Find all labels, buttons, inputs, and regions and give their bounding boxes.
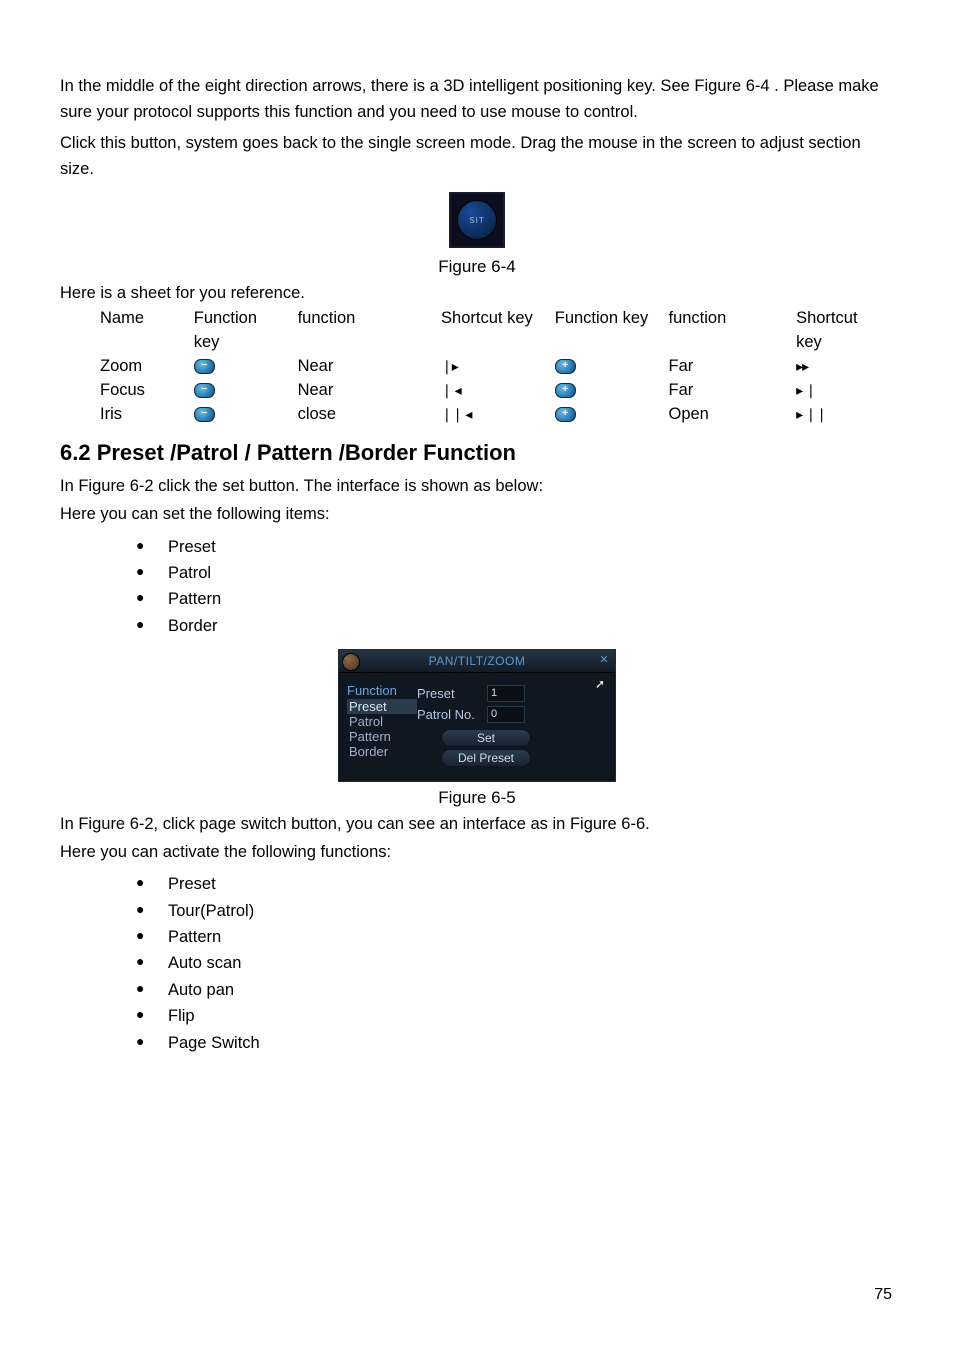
th-function-2: function: [668, 307, 796, 355]
sec2-list: Preset Tour(Patrol) Pattern Auto scan Au…: [60, 871, 894, 1056]
paragraph-intro-1: In the middle of the eight direction arr…: [60, 74, 894, 125]
sec2-p1: In Figure 6-2, click page switch button,…: [60, 812, 894, 838]
page-number: 75: [874, 1286, 892, 1304]
shortcut-icon: ❘▸: [441, 358, 458, 374]
cell-fn: Near: [298, 379, 441, 403]
ptz-dialog: PAN/TILT/ZOOM ✕ ➚ Function Preset Patrol…: [338, 649, 616, 782]
ptz-side-item-border[interactable]: Border: [347, 744, 417, 759]
ptz-side-header: Function: [347, 683, 417, 698]
table-header-row: Name Function key function Shortcut key …: [100, 307, 894, 355]
table-row: Focus − Near ❘ ◂ + Far ▸ ❘: [100, 379, 894, 403]
cell-fn: Near: [298, 355, 441, 379]
ptz-title-text: PAN/TILT/ZOOM: [339, 650, 615, 672]
table-row: Zoom − Near ❘▸ + Far ▸▸: [100, 355, 894, 379]
cell-name: Iris: [100, 403, 194, 427]
reference-table: Name Function key function Shortcut key …: [100, 307, 894, 427]
th-function-key-1: Function key: [194, 307, 298, 355]
sec1-p1: In Figure 6-2 click the set button. The …: [60, 474, 894, 500]
figure-6-5-label: Figure 6-5: [60, 788, 894, 808]
list-item: Auto scan: [136, 950, 894, 976]
list-item: Auto pan: [136, 977, 894, 1003]
close-icon[interactable]: ✕: [597, 653, 611, 667]
sec1-list: Preset Patrol Pattern Border: [60, 534, 894, 640]
list-item: Preset: [136, 871, 894, 897]
sec2-p2: Here you can activate the following func…: [60, 840, 894, 866]
del-preset-button[interactable]: Del Preset: [441, 749, 531, 767]
shortcut-icon: ❘❘ ◂: [441, 406, 471, 422]
ptz-titlebar: PAN/TILT/ZOOM ✕: [339, 650, 615, 673]
th-name: Name: [100, 307, 194, 355]
sec1-p2: Here you can set the following items:: [60, 502, 894, 528]
cell-fn: close: [298, 403, 441, 427]
minus-icon: −: [194, 407, 215, 422]
th-function-1: function: [298, 307, 441, 355]
reference-intro: Here is a sheet for you reference.: [60, 281, 894, 307]
th-function-key-2: Function key: [555, 307, 669, 355]
ptz-function-list: Function Preset Patrol Pattern Border: [347, 683, 417, 767]
paragraph-intro-2: Click this button, system goes back to t…: [60, 131, 894, 182]
shortcut-icon: ▸ ❘: [796, 382, 816, 398]
list-item: Tour(Patrol): [136, 898, 894, 924]
list-item: Preset: [136, 534, 894, 560]
minus-icon: −: [194, 359, 215, 374]
plus-icon: +: [555, 359, 576, 374]
shortcut-icon: ▸▸: [796, 358, 808, 374]
ptz-side-item-patrol[interactable]: Patrol: [347, 714, 417, 729]
patrol-no-input[interactable]: 0: [487, 706, 525, 723]
list-item: Patrol: [136, 560, 894, 586]
sit-icon: SIT: [457, 200, 497, 240]
shortcut-icon: ❘ ◂: [441, 382, 461, 398]
cell-fn2: Far: [668, 355, 796, 379]
minus-icon: −: [194, 383, 215, 398]
cell-fn2: Open: [668, 403, 796, 427]
sit-button-figure: SIT: [449, 192, 505, 248]
figure-6-4-label: Figure 6-4: [60, 257, 894, 277]
shortcut-icon: ▸ ❘❘: [796, 406, 826, 422]
cursor-icon: ➚: [595, 677, 605, 691]
th-shortcut-2: Shortcut key: [796, 307, 894, 355]
plus-icon: +: [555, 407, 576, 422]
section-6-2-title: 6.2 Preset /Patrol / Pattern /Border Fun…: [60, 440, 894, 466]
list-item: Flip: [136, 1003, 894, 1029]
list-item: Page Switch: [136, 1030, 894, 1056]
cell-name: Focus: [100, 379, 194, 403]
list-item: Pattern: [136, 586, 894, 612]
cell-fn2: Far: [668, 379, 796, 403]
sit-label: SIT: [469, 216, 484, 225]
ptz-side-item-preset[interactable]: Preset: [347, 699, 417, 714]
table-row: Iris − close ❘❘ ◂ + Open ▸ ❘❘: [100, 403, 894, 427]
cell-name: Zoom: [100, 355, 194, 379]
patrol-no-label: Patrol No.: [417, 707, 487, 722]
list-item: Pattern: [136, 924, 894, 950]
set-button[interactable]: Set: [441, 729, 531, 747]
preset-input[interactable]: 1: [487, 685, 525, 702]
th-shortcut-1: Shortcut key: [441, 307, 555, 355]
list-item: Border: [136, 613, 894, 639]
plus-icon: +: [555, 383, 576, 398]
ptz-side-item-pattern[interactable]: Pattern: [347, 729, 417, 744]
preset-label: Preset: [417, 686, 487, 701]
